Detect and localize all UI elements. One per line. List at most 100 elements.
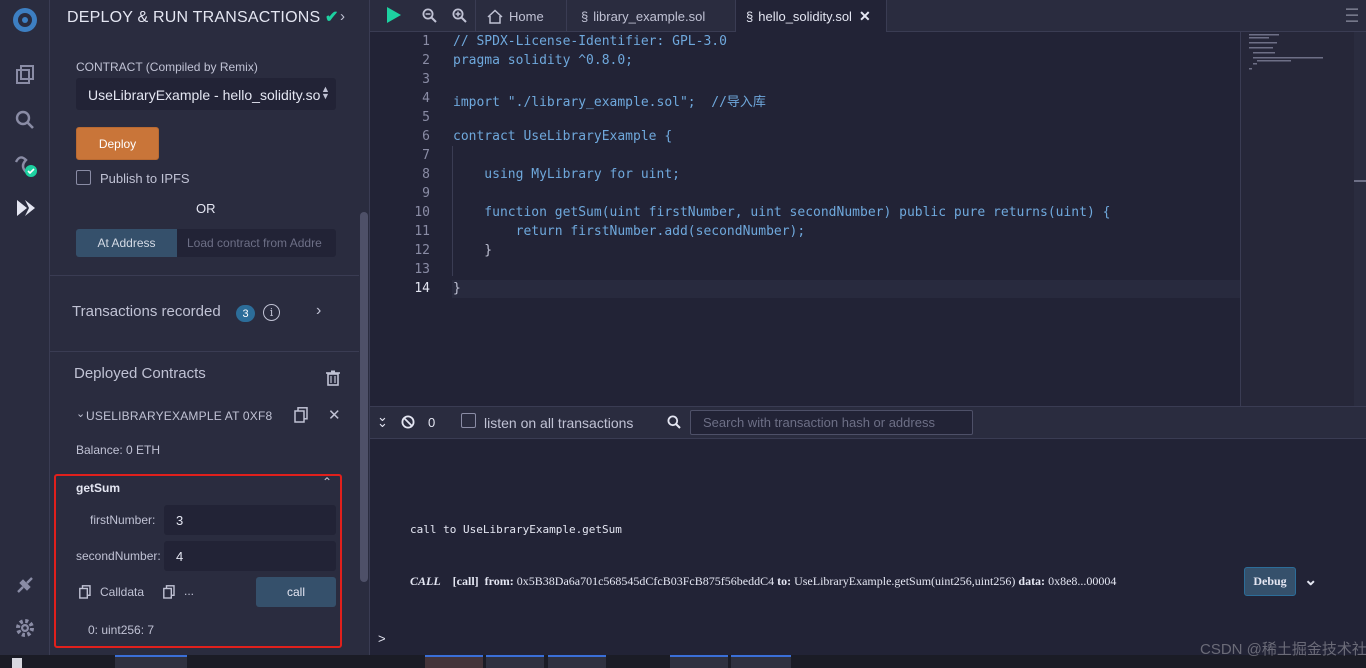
expand-log-icon[interactable]: ⌄ xyxy=(1304,570,1317,590)
terminal-log-entry[interactable]: CALL [call] from: 0x5B38Da6a701c568545dC… xyxy=(410,574,1116,589)
trash-icon[interactable] xyxy=(326,370,340,391)
transactions-count-badge: 3 xyxy=(236,305,255,322)
publish-ipfs-checkbox[interactable] xyxy=(76,170,91,185)
deployed-contracts-label: Deployed Contracts xyxy=(74,365,206,382)
transactions-recorded-label: Transactions recorded xyxy=(72,303,221,320)
panel-scrollbar-thumb[interactable] xyxy=(360,212,368,582)
code-line[interactable]: using MyLibrary for uint; xyxy=(453,167,680,182)
tab-hello-solidity[interactable]: § hello_solidity.sol ✕ xyxy=(736,0,886,32)
log-call-type: CALL xyxy=(410,574,441,588)
taskbar-app[interactable] xyxy=(486,655,544,668)
taskbar-app[interactable] xyxy=(731,655,791,668)
collapse-terminal-icon[interactable]: ⌄ ⌄ xyxy=(377,410,388,429)
home-icon xyxy=(487,8,503,24)
plugin-manager-icon[interactable] xyxy=(10,570,40,600)
line-number: 6 xyxy=(422,129,430,144)
call-button[interactable]: call xyxy=(256,577,336,607)
line-number: 2 xyxy=(422,53,430,68)
info-icon[interactable]: i xyxy=(263,304,280,321)
divider xyxy=(50,275,360,276)
terminal-call-line: call to UseLibraryExample.getSum xyxy=(410,523,622,536)
tab-home[interactable]: Home xyxy=(476,0,566,32)
code-line[interactable]: pragma solidity ^0.8.0; xyxy=(453,53,633,68)
publish-ipfs-label: Publish to IPFS xyxy=(100,171,190,186)
line-number: 7 xyxy=(422,148,430,163)
remix-logo-icon[interactable] xyxy=(10,5,40,35)
code-line[interactable]: return firstNumber.add(secondNumber); xyxy=(453,224,806,239)
at-address-input[interactable]: Load contract from Addre xyxy=(177,229,336,257)
clear-console-icon[interactable] xyxy=(401,415,415,434)
taskbar-app[interactable] xyxy=(548,655,606,668)
line-number: 5 xyxy=(422,110,430,125)
chevron-right-icon[interactable]: › xyxy=(340,8,345,25)
current-line-highlight xyxy=(452,280,1240,298)
deploy-button[interactable]: Deploy xyxy=(76,127,159,160)
editor-scrollbar[interactable] xyxy=(1354,32,1366,406)
call-result: 0: uint256: 7 xyxy=(88,623,155,637)
chevron-down-icon[interactable]: ⌄ xyxy=(76,407,85,420)
contract-select[interactable]: UseLibraryExample - hello_solidity.so xyxy=(76,78,336,110)
calldata-label[interactable]: Calldata xyxy=(100,585,144,599)
run-play-icon[interactable] xyxy=(386,6,402,29)
chevron-up-icon[interactable]: ⌃ xyxy=(322,475,332,489)
taskbar-app[interactable] xyxy=(115,655,187,668)
line-number: 11 xyxy=(414,224,430,239)
close-tab-icon[interactable]: ✕ xyxy=(859,8,871,25)
instance-title[interactable]: USELIBRARYEXAMPLE AT 0XF8 xyxy=(86,409,272,423)
log-to-method: UseLibraryExample.getSum(uint256,uint256… xyxy=(794,574,1016,588)
second-number-input[interactable]: 4 xyxy=(164,541,336,571)
copy-icon[interactable] xyxy=(79,585,91,604)
function-name: getSum xyxy=(76,481,121,495)
or-label: OR xyxy=(196,201,216,216)
tab-separator xyxy=(886,0,887,32)
parameters-ellipsis[interactable]: ... xyxy=(184,584,194,598)
panel-title: DEPLOY & RUN TRANSACTIONS ✔ xyxy=(67,9,339,26)
taskbar-app[interactable] xyxy=(670,655,728,668)
zoom-out-icon[interactable] xyxy=(422,8,437,28)
divider xyxy=(50,351,360,352)
log-data-label: data: xyxy=(1018,574,1046,588)
tab-library-example-label: library_example.sol xyxy=(593,8,706,24)
menu-icon[interactable]: ― ― ― xyxy=(1346,2,1358,26)
line-number: 12 xyxy=(414,243,430,258)
pending-count: 0 xyxy=(428,415,436,430)
taskbar-app[interactable] xyxy=(425,655,483,668)
listen-all-checkbox[interactable] xyxy=(461,413,476,428)
transaction-search-input[interactable]: Search with transaction hash or address xyxy=(690,410,973,435)
close-icon[interactable]: ✕ xyxy=(328,406,341,424)
param-first-label: firstNumber: xyxy=(90,513,156,527)
copy-icon[interactable] xyxy=(163,585,175,604)
file-explorer-icon[interactable] xyxy=(10,60,40,90)
settings-gear-icon[interactable] xyxy=(10,613,40,643)
debug-button[interactable]: Debug xyxy=(1244,567,1296,596)
at-address-button[interactable]: At Address xyxy=(76,229,177,257)
code-line[interactable]: } xyxy=(453,243,492,258)
line-number: 9 xyxy=(422,186,430,201)
code-line[interactable]: // SPDX-License-Identifier: GPL-3.0 xyxy=(453,34,727,49)
code-line[interactable]: contract UseLibraryExample { xyxy=(453,129,672,144)
log-from-address: 0x5B38Da6a701c568545dCfcB03FcB875f56bedd… xyxy=(516,574,775,588)
windows-start-icon[interactable] xyxy=(12,658,22,668)
listen-all-label: listen on all transactions xyxy=(484,415,634,431)
zoom-in-icon[interactable] xyxy=(452,8,467,28)
line-number: 14 xyxy=(414,281,430,296)
line-number: 8 xyxy=(422,167,430,182)
search-icon[interactable] xyxy=(10,105,40,135)
line-number: 13 xyxy=(414,262,430,277)
code-line[interactable]: import "./library_example.sol"; //导入库 xyxy=(453,91,766,110)
editor-scroll-marker xyxy=(1354,180,1366,182)
code-line[interactable]: function getSum(uint firstNumber, uint s… xyxy=(453,205,1110,220)
code-line[interactable]: } xyxy=(453,281,461,296)
line-number: 3 xyxy=(422,72,430,87)
terminal-prompt[interactable]: > xyxy=(378,631,386,646)
select-arrows-icon: ▲ ▼ xyxy=(321,84,330,101)
solidity-compiler-icon[interactable] xyxy=(10,150,40,180)
copy-icon[interactable] xyxy=(294,407,308,428)
chevron-right-icon[interactable]: › xyxy=(316,302,321,320)
tab-library-example[interactable]: § library_example.sol xyxy=(567,0,735,32)
param-second-label: secondNumber: xyxy=(76,549,161,563)
deploy-run-icon[interactable] xyxy=(10,193,40,223)
minimap[interactable] xyxy=(1240,32,1354,406)
first-number-input[interactable]: 3 xyxy=(164,505,336,535)
line-number: 1 xyxy=(422,34,430,49)
